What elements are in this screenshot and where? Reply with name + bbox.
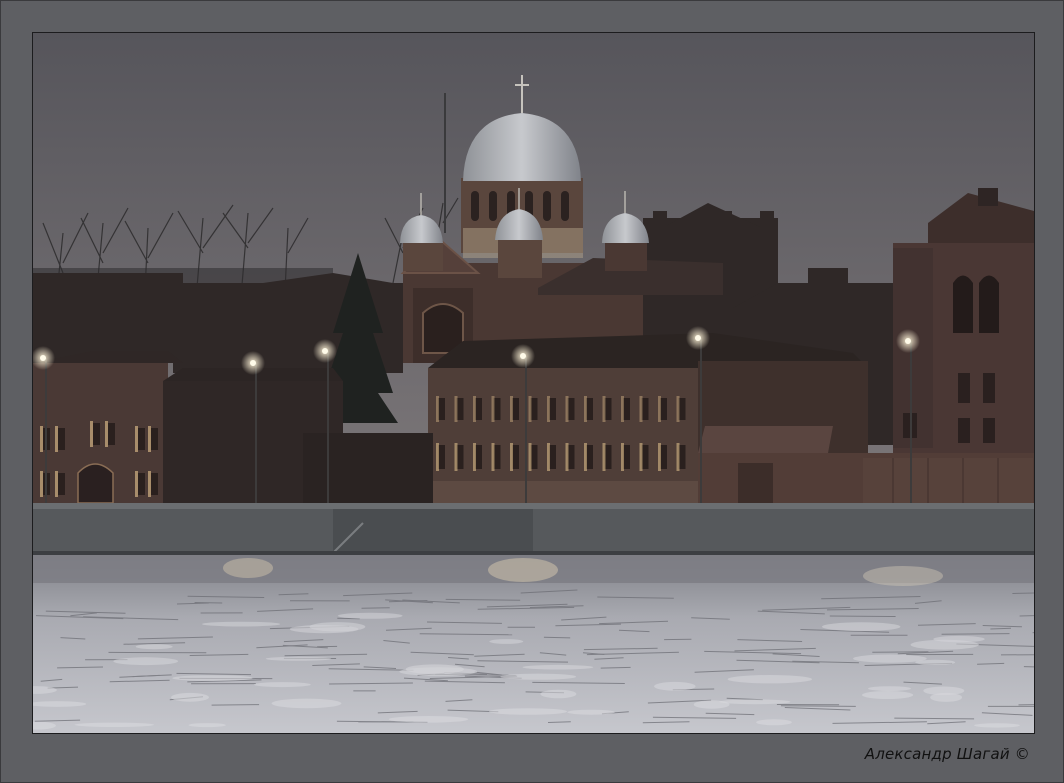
photograph bbox=[32, 32, 1035, 734]
frozen-river bbox=[33, 555, 1034, 733]
photo-frame: Александр Шагай © bbox=[0, 0, 1064, 783]
granite-embankment bbox=[33, 503, 1034, 557]
cityscape-image bbox=[33, 33, 1034, 733]
photographer-credit: Александр Шагай © bbox=[864, 745, 1030, 763]
